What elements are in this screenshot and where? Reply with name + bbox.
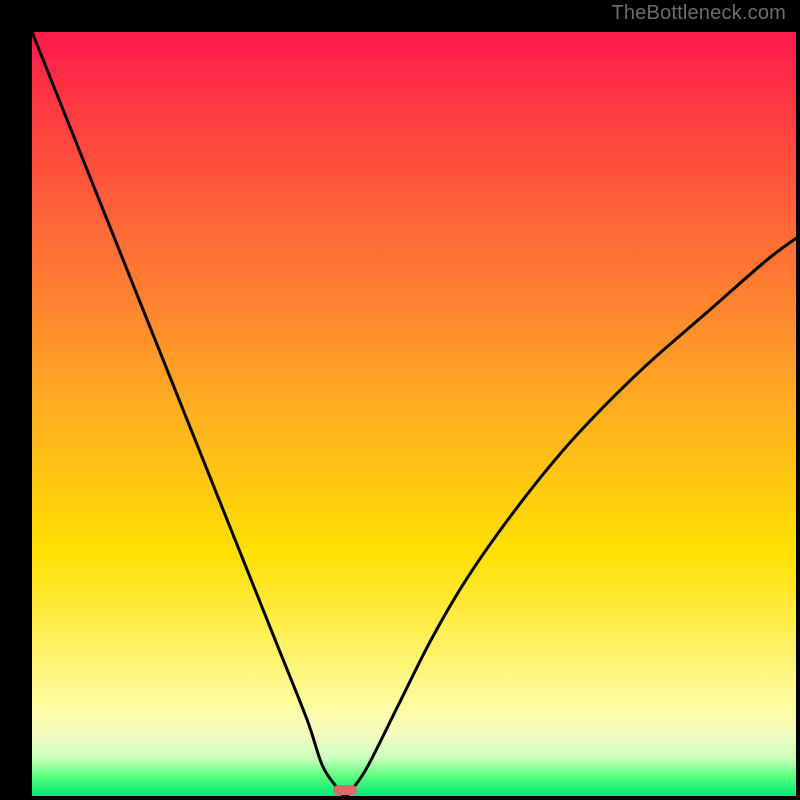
bottleneck-curve <box>32 32 796 796</box>
watermark-text: TheBottleneck.com <box>611 2 786 25</box>
chart-frame <box>14 14 786 786</box>
chart-plot-area <box>32 32 796 796</box>
current-config-marker <box>333 785 357 795</box>
